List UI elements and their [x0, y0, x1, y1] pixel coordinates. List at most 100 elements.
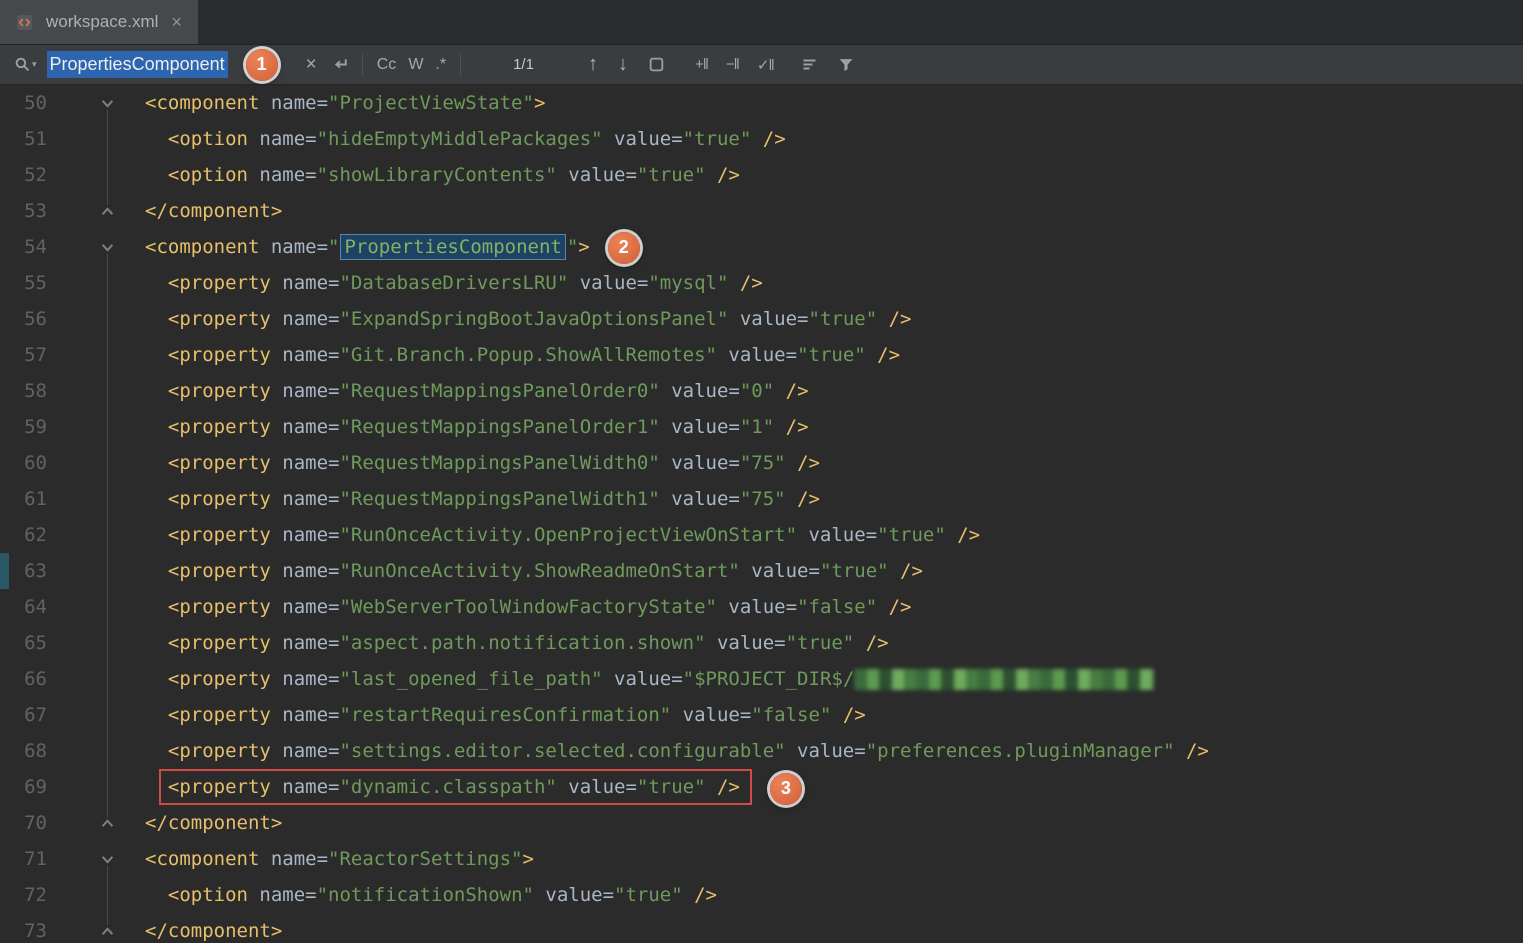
- add-occurrence-icon[interactable]: +‖: [695, 56, 708, 73]
- code-line[interactable]: 51 <option name="hideEmptyMiddlePackages…: [0, 121, 1523, 157]
- line-number[interactable]: 73: [0, 913, 47, 943]
- line-number[interactable]: 62: [0, 517, 47, 553]
- line-number[interactable]: 65: [0, 625, 47, 661]
- search-input[interactable]: PropertiesComponent: [47, 51, 228, 78]
- line-number[interactable]: 69: [0, 769, 47, 805]
- fold-guide: [47, 265, 122, 301]
- line-number[interactable]: 72: [0, 877, 47, 913]
- code-line[interactable]: 65 <property name="aspect.path.notificat…: [0, 625, 1523, 661]
- code-segment: />: [774, 416, 808, 438]
- tab-workspace-xml[interactable]: workspace.xml ×: [0, 0, 199, 44]
- line-number[interactable]: 50: [0, 85, 47, 121]
- line-number[interactable]: 53: [0, 193, 47, 229]
- sort-lines-icon[interactable]: [802, 57, 820, 73]
- line-number[interactable]: 56: [0, 301, 47, 337]
- line-number[interactable]: 64: [0, 589, 47, 625]
- code-line[interactable]: 68 <property name="settings.editor.selec…: [0, 733, 1523, 769]
- code-segment: ": [567, 236, 578, 258]
- line-number[interactable]: 68: [0, 733, 47, 769]
- code-line[interactable]: 52 <option name="showLibraryContents" va…: [0, 157, 1523, 193]
- code-segment: <property: [168, 416, 271, 438]
- code-segment: <property: [168, 452, 271, 474]
- code-line[interactable]: 67 <property name="restartRequiresConfir…: [0, 697, 1523, 733]
- search-options-caret-icon: ▾: [32, 59, 37, 70]
- code-segment: [145, 632, 168, 654]
- code-text: <option name="hideEmptyMiddlePackages" v…: [122, 121, 786, 157]
- clear-search-icon[interactable]: ×: [300, 54, 323, 76]
- code-segment: name=: [271, 524, 340, 546]
- code-line[interactable]: 69 <property name="dynamic.classpath" va…: [0, 769, 1523, 805]
- code-line[interactable]: 59 <property name="RequestMappingsPanelO…: [0, 409, 1523, 445]
- select-all-occurrences-icon[interactable]: ✓‖: [757, 56, 774, 74]
- line-number[interactable]: 70: [0, 805, 47, 841]
- fold-guide: [47, 553, 122, 589]
- line-number[interactable]: 54: [0, 229, 47, 265]
- fold-end-icon[interactable]: [47, 193, 122, 229]
- code-line[interactable]: 57 <property name="Git.Branch.Popup.Show…: [0, 337, 1523, 373]
- code-segment: "RequestMappingsPanelWidth0": [339, 452, 659, 474]
- code-line[interactable]: 72 <option name="notificationShown" valu…: [0, 877, 1523, 913]
- code-line[interactable]: 60 <property name="RequestMappingsPanelW…: [0, 445, 1523, 481]
- code-line[interactable]: 54<component name="PropertiesComponent">…: [0, 229, 1523, 265]
- code-segment: [145, 560, 168, 582]
- code-text: <option name="notificationShown" value="…: [122, 877, 717, 913]
- tab-close-icon[interactable]: ×: [171, 13, 182, 31]
- remove-occurrence-icon[interactable]: −‖: [726, 56, 739, 73]
- code-segment: />: [1175, 740, 1209, 762]
- fold-guide: [47, 589, 122, 625]
- line-number[interactable]: 52: [0, 157, 47, 193]
- code-line[interactable]: 61 <property name="RequestMappingsPanelW…: [0, 481, 1523, 517]
- words-toggle[interactable]: W: [402, 56, 429, 74]
- code-line[interactable]: 58 <property name="RequestMappingsPanelO…: [0, 373, 1523, 409]
- fold-collapse-icon[interactable]: [47, 841, 122, 877]
- code-text: <property name="RequestMappingsPanelOrde…: [122, 409, 809, 445]
- line-number[interactable]: 55: [0, 265, 47, 301]
- editor-lines: 50<component name="ProjectViewState">51 …: [0, 85, 1523, 943]
- code-segment: [145, 272, 168, 294]
- code-segment: />: [877, 596, 911, 618]
- line-number[interactable]: 59: [0, 409, 47, 445]
- fold-end-icon[interactable]: [47, 913, 122, 943]
- regex-toggle[interactable]: .*: [429, 56, 452, 74]
- code-text: <property name="dynamic.classpath" value…: [122, 769, 802, 805]
- code-segment: />: [866, 344, 900, 366]
- code-line[interactable]: 73</component>: [0, 913, 1523, 943]
- filter-icon[interactable]: [838, 57, 854, 73]
- fold-guide: [47, 625, 122, 661]
- code-segment: name=: [271, 308, 340, 330]
- search-icon[interactable]: ▾: [14, 56, 37, 73]
- line-number[interactable]: 58: [0, 373, 47, 409]
- line-number[interactable]: 71: [0, 841, 47, 877]
- next-occurrence-icon[interactable]: ↓: [614, 53, 632, 76]
- code-segment: [145, 308, 168, 330]
- line-number[interactable]: 60: [0, 445, 47, 481]
- fold-collapse-icon[interactable]: [47, 85, 122, 121]
- code-segment: "true": [786, 632, 855, 654]
- code-line[interactable]: 71<component name="ReactorSettings">: [0, 841, 1523, 877]
- line-number[interactable]: 51: [0, 121, 47, 157]
- code-line[interactable]: 56 <property name="ExpandSpringBootJavaO…: [0, 301, 1523, 337]
- code-line[interactable]: 50<component name="ProjectViewState">: [0, 85, 1523, 121]
- code-segment: <property: [168, 776, 271, 798]
- line-number[interactable]: 66: [0, 661, 47, 697]
- fold-collapse-icon[interactable]: [47, 229, 122, 265]
- code-line[interactable]: 70</component>: [0, 805, 1523, 841]
- fold-guide: [47, 337, 122, 373]
- line-number[interactable]: 61: [0, 481, 47, 517]
- code-segment: [145, 488, 168, 510]
- code-line[interactable]: 63 <property name="RunOnceActivity.ShowR…: [0, 553, 1523, 589]
- line-number[interactable]: 57: [0, 337, 47, 373]
- match-case-toggle[interactable]: Cc: [371, 56, 403, 74]
- code-segment: <property: [168, 632, 271, 654]
- code-line[interactable]: 64 <property name="WebServerToolWindowFa…: [0, 589, 1523, 625]
- code-line[interactable]: 55 <property name="DatabaseDriversLRU" v…: [0, 265, 1523, 301]
- newline-icon[interactable]: [331, 55, 350, 74]
- open-in-find-window-icon[interactable]: [648, 56, 665, 73]
- code-line[interactable]: 66 <property name="last_opened_file_path…: [0, 661, 1523, 697]
- fold-end-icon[interactable]: [47, 805, 122, 841]
- prev-occurrence-icon[interactable]: ↑: [584, 53, 602, 76]
- line-number[interactable]: 67: [0, 697, 47, 733]
- code-line[interactable]: 53</component>: [0, 193, 1523, 229]
- editor[interactable]: 50<component name="ProjectViewState">51 …: [0, 85, 1523, 943]
- code-line[interactable]: 62 <property name="RunOnceActivity.OpenP…: [0, 517, 1523, 553]
